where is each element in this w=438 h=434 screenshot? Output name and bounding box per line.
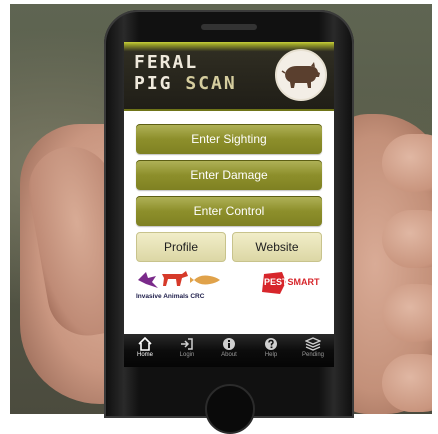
- pestsmart-text: PESTSMART: [264, 277, 320, 287]
- right-finger-3: [382, 284, 432, 342]
- app-screen: FERAL PIG SCAN Enter Sighting Enter Dama…: [124, 42, 334, 367]
- app-title-pig: PIG: [134, 73, 173, 94]
- enter-control-button[interactable]: Enter Control: [136, 196, 322, 226]
- home-icon: [138, 337, 152, 351]
- pestsmart-smart: SMART: [287, 277, 320, 287]
- right-finger-2: [382, 210, 432, 268]
- tab-about-label: About: [221, 352, 237, 358]
- app-header: FERAL PIG SCAN: [124, 42, 334, 111]
- phone-speaker: [201, 24, 257, 30]
- tab-pending[interactable]: Pending: [292, 334, 334, 367]
- right-finger-1: [382, 134, 432, 192]
- invasive-animals-label: Invasive Animals CRC: [136, 293, 205, 300]
- website-button[interactable]: Website: [232, 232, 322, 262]
- app-title-line2: PIG SCAN: [134, 73, 237, 94]
- help-icon: [265, 338, 277, 350]
- login-icon: [181, 338, 193, 350]
- tab-login-label: Login: [179, 352, 195, 358]
- pestsmart-pest: PEST: [264, 277, 288, 287]
- tab-home[interactable]: Home: [124, 334, 166, 367]
- tab-home-label: Home: [136, 352, 153, 358]
- info-icon: [223, 338, 235, 350]
- tab-help[interactable]: Help: [250, 334, 292, 367]
- phone-home-button[interactable]: [205, 384, 255, 434]
- invasive-animals-crc-logo: Invasive Animals CRC: [136, 268, 226, 302]
- enter-sighting-button[interactable]: Enter Sighting: [136, 124, 322, 154]
- app-title-scan: SCAN: [185, 73, 237, 94]
- tab-bar: Home Login About Help Pending: [124, 334, 334, 367]
- right-finger-4: [382, 354, 432, 412]
- layers-icon: [305, 337, 321, 351]
- tab-login[interactable]: Login: [166, 334, 208, 367]
- enter-damage-button[interactable]: Enter Damage: [136, 160, 322, 190]
- app-title-line1: FERAL: [134, 52, 199, 73]
- tab-about[interactable]: About: [208, 334, 250, 367]
- pig-icon: [275, 49, 327, 101]
- tab-pending-label: Pending: [301, 352, 325, 358]
- profile-button[interactable]: Profile: [136, 232, 226, 262]
- animals-silhouette-icon: [138, 271, 220, 288]
- tab-help-label: Help: [264, 352, 278, 358]
- pestsmart-logo: PESTSMART: [260, 270, 322, 296]
